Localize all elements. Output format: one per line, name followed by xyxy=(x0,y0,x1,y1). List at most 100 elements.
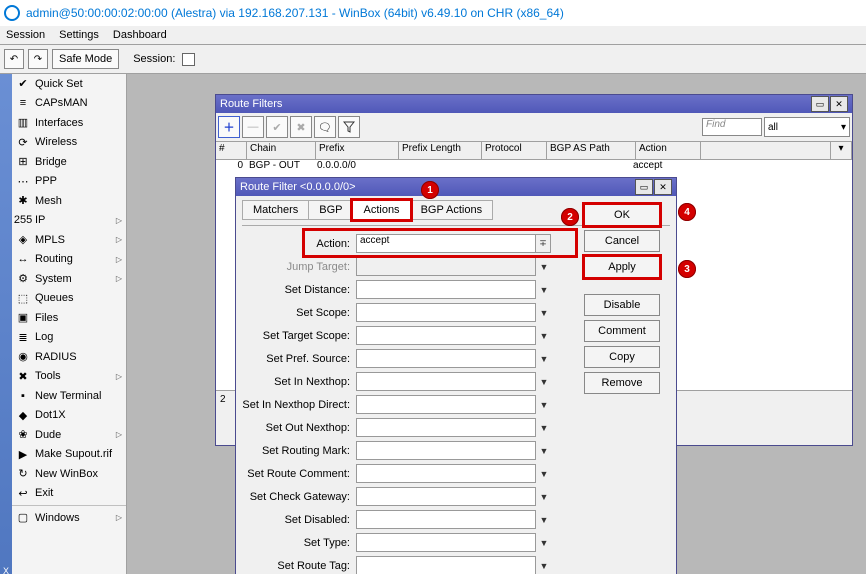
sidebar-item-new-terminal[interactable]: ▪New Terminal xyxy=(12,386,126,406)
apply-button[interactable]: Apply xyxy=(584,256,660,278)
col-chain[interactable]: Chain xyxy=(247,142,316,159)
field-input-disabled[interactable] xyxy=(356,510,536,529)
expand-icon[interactable]: ▼ xyxy=(536,326,552,345)
sidebar-item-exit[interactable]: ↩Exit xyxy=(12,484,126,504)
col-menu-icon[interactable]: ▾ xyxy=(831,142,852,159)
expand-icon[interactable]: ▼ xyxy=(536,464,552,483)
field-input-distance[interactable] xyxy=(356,280,536,299)
menu-dashboard[interactable]: Dashboard xyxy=(113,29,167,41)
comment-button[interactable]: 🗨 xyxy=(314,116,336,138)
sidebar-item-new-winbox[interactable]: ↻New WinBox xyxy=(12,464,126,484)
table-row[interactable]: 0 BGP - OUT 0.0.0.0/0 accept xyxy=(216,160,852,176)
field-input-route_tag[interactable] xyxy=(356,556,536,574)
remove-button[interactable]: — xyxy=(242,116,264,138)
sidebar-item-interfaces[interactable]: ▥Interfaces xyxy=(12,113,126,133)
sidebar-item-files[interactable]: ▣Files xyxy=(12,308,126,328)
expand-icon[interactable]: ▼ xyxy=(536,395,552,414)
find-input[interactable]: Find xyxy=(702,118,762,136)
expand-icon[interactable]: ▼ xyxy=(536,510,552,529)
window-titlebar[interactable]: Route Filter <0.0.0.0/0> ▭ ✕ xyxy=(236,178,676,196)
cancel-button[interactable]: Cancel xyxy=(584,230,660,252)
col-action[interactable]: Action xyxy=(636,142,701,159)
sidebar-item-mpls[interactable]: ◈MPLS▷ xyxy=(12,230,126,250)
col-protocol[interactable]: Protocol xyxy=(482,142,547,159)
sidebar-item-quick-set[interactable]: ✔Quick Set xyxy=(12,74,126,94)
menu-settings[interactable]: Settings xyxy=(59,29,99,41)
expand-icon[interactable]: ▼ xyxy=(536,349,552,368)
sidebar-item-capsman[interactable]: ≡CAPsMAN xyxy=(12,94,126,114)
field-input-type[interactable] xyxy=(356,533,536,552)
sidebar-item-wireless[interactable]: ⟳Wireless xyxy=(12,133,126,153)
session-checkbox[interactable] xyxy=(182,53,195,66)
nav-icon: ✖ xyxy=(16,369,30,383)
field-input-check_gateway[interactable] xyxy=(356,487,536,506)
minimize-icon[interactable]: ▭ xyxy=(811,96,829,112)
field-input-target_scope[interactable] xyxy=(356,326,536,345)
sidebar-item-log[interactable]: ≣Log xyxy=(12,328,126,348)
close-icon[interactable]: ✕ xyxy=(654,179,672,195)
expand-icon[interactable]: ▼ xyxy=(536,372,552,391)
enable-button[interactable]: ✔ xyxy=(266,116,288,138)
disable-button[interactable]: Disable xyxy=(584,294,660,316)
undo-button[interactable]: ↶ xyxy=(4,49,24,69)
tab-matchers[interactable]: Matchers xyxy=(242,200,309,220)
tab-bgp[interactable]: BGP xyxy=(308,200,353,220)
expand-icon[interactable]: ▼ xyxy=(536,418,552,437)
sidebar-item-windows[interactable]: ▢Windows▷ xyxy=(12,508,126,528)
ok-button[interactable]: OK xyxy=(584,204,660,226)
tab-actions[interactable]: Actions xyxy=(352,200,410,220)
sidebar-item-queues[interactable]: ⬚Queues xyxy=(12,289,126,309)
col-prefixlen[interactable]: Prefix Length xyxy=(399,142,482,159)
field-label-distance: Set Distance: xyxy=(242,284,356,296)
add-button[interactable]: ＋ xyxy=(218,116,240,138)
expand-icon[interactable]: ▼ xyxy=(536,280,552,299)
close-icon[interactable]: ✕ xyxy=(830,96,848,112)
sidebar-item-radius[interactable]: ◉RADIUS xyxy=(12,347,126,367)
col-num[interactable]: # xyxy=(216,142,247,159)
sidebar-item-mesh[interactable]: ✱Mesh xyxy=(12,191,126,211)
field-input-in_nexthop_direct[interactable] xyxy=(356,395,536,414)
submenu-icon: ▷ xyxy=(116,372,122,381)
sidebar-item-bridge[interactable]: ⊞Bridge xyxy=(12,152,126,172)
sidebar-item-ip[interactable]: 255IP▷ xyxy=(12,211,126,231)
expand-icon[interactable]: ▼ xyxy=(536,257,552,276)
expand-icon[interactable]: ▼ xyxy=(536,441,552,460)
field-input-action[interactable]: accept xyxy=(356,234,536,253)
minimize-icon[interactable]: ▭ xyxy=(635,179,653,195)
col-prefix[interactable]: Prefix xyxy=(316,142,399,159)
field-label-pref_source: Set Pref. Source: xyxy=(242,353,356,365)
col-bgp-as-path[interactable]: BGP AS Path xyxy=(547,142,636,159)
expand-icon[interactable]: ▼ xyxy=(536,303,552,322)
window-titlebar[interactable]: Route Filters ▭ ✕ xyxy=(216,95,852,113)
safe-mode-button[interactable]: Safe Mode xyxy=(52,49,119,69)
field-input-pref_source[interactable] xyxy=(356,349,536,368)
sidebar-item-system[interactable]: ⚙System▷ xyxy=(12,269,126,289)
field-input-route_comment[interactable] xyxy=(356,464,536,483)
expand-icon[interactable]: ▼ xyxy=(536,487,552,506)
sidebar-item-routing[interactable]: ↔Routing▷ xyxy=(12,250,126,270)
expand-icon[interactable]: ▼ xyxy=(536,556,552,574)
filter-button[interactable] xyxy=(338,116,360,138)
sidebar-item-dude[interactable]: ❀Dude▷ xyxy=(12,425,126,445)
tab-bgp-actions[interactable]: BGP Actions xyxy=(410,200,494,220)
field-input-out_nexthop[interactable] xyxy=(356,418,536,437)
sidebar-item-make-supout-rif[interactable]: ▶Make Supout.rif xyxy=(12,445,126,465)
nav-icon: ▢ xyxy=(16,511,30,525)
nav-icon: ◆ xyxy=(16,408,30,422)
dropdown-icon[interactable]: ∓ xyxy=(536,234,551,253)
comment-button[interactable]: Comment xyxy=(584,320,660,342)
sidebar-collapse-handle[interactable]: X xyxy=(0,74,12,574)
remove-button[interactable]: Remove xyxy=(584,372,660,394)
redo-button[interactable]: ↷ xyxy=(28,49,48,69)
sidebar-item-ppp[interactable]: ⋯PPP xyxy=(12,172,126,192)
filter-scope-select[interactable]: all xyxy=(764,117,850,137)
field-input-in_nexthop[interactable] xyxy=(356,372,536,391)
sidebar-item-tools[interactable]: ✖Tools▷ xyxy=(12,367,126,387)
copy-button[interactable]: Copy xyxy=(584,346,660,368)
field-input-routing_mark[interactable] xyxy=(356,441,536,460)
expand-icon[interactable]: ▼ xyxy=(536,533,552,552)
disable-button[interactable]: ✖ xyxy=(290,116,312,138)
menu-session[interactable]: Session xyxy=(6,29,45,41)
field-input-scope[interactable] xyxy=(356,303,536,322)
sidebar-item-dot1x[interactable]: ◆Dot1X xyxy=(12,406,126,426)
